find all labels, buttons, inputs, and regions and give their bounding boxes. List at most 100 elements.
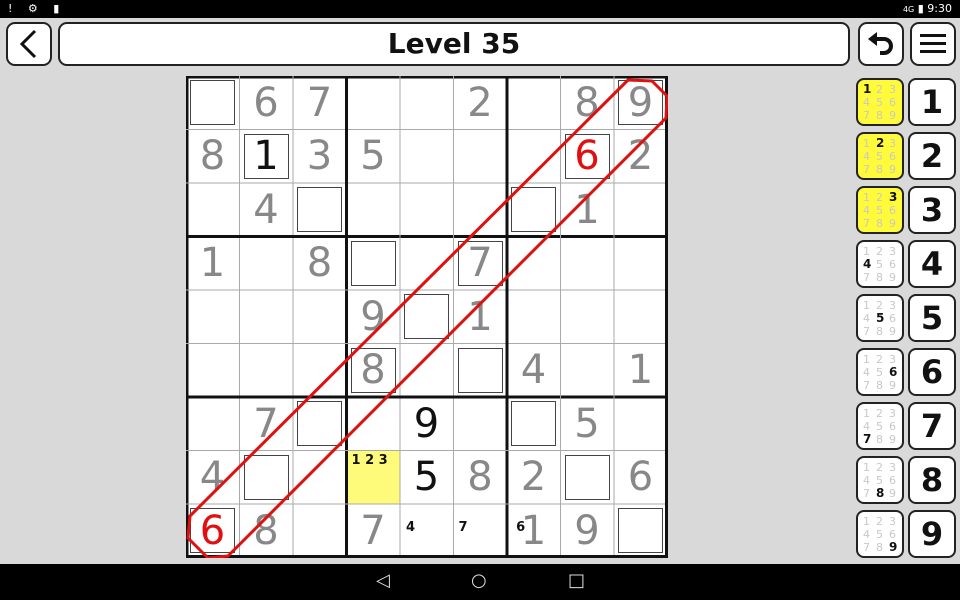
- board-grid: [186, 76, 668, 558]
- mini-digit: 8: [876, 325, 883, 338]
- note-button-2[interactable]: 123 456 789: [856, 132, 904, 180]
- mini-digit: 9: [889, 109, 896, 122]
- sudoku-board: 67289813562411879184179541 2 3582668747 …: [186, 76, 668, 558]
- mini-digit: 7: [863, 379, 870, 392]
- menu-button[interactable]: [910, 22, 956, 66]
- note-button-6[interactable]: 123 456 789: [856, 348, 904, 396]
- mini-digit: 9: [889, 487, 896, 500]
- status-icons: ! ⚙ ▮: [8, 2, 66, 15]
- nav-back-button[interactable]: ◁: [376, 570, 390, 591]
- hamburger-menu-icon: [920, 34, 946, 53]
- nav-home-button[interactable]: ○: [471, 570, 487, 591]
- note-button-1[interactable]: 123 456 789: [856, 78, 904, 126]
- network-indicator: 4G: [902, 5, 915, 14]
- mini-digit: 6: [889, 150, 896, 163]
- mini-digit: 8: [876, 271, 883, 284]
- mini-digit: 3: [889, 515, 896, 528]
- status-bar: ! ⚙ ▮ 4G ▮ 9:30: [0, 0, 960, 18]
- mini-digit: 9: [889, 379, 896, 392]
- mini-digit: 1: [863, 299, 870, 312]
- mini-digit: 2: [876, 299, 883, 312]
- note-button-9[interactable]: 123 456 789: [856, 510, 904, 558]
- mini-digit: 5: [876, 204, 883, 217]
- diagonal-constraint-outline: [186, 78, 668, 558]
- number-button-9[interactable]: 9: [908, 510, 956, 558]
- number-button-5[interactable]: 5: [908, 294, 956, 342]
- number-button-4[interactable]: 4: [908, 240, 956, 288]
- note-button-8[interactable]: 123 456 789: [856, 456, 904, 504]
- clock: 9:30: [927, 2, 952, 15]
- number-button-7[interactable]: 7: [908, 402, 956, 450]
- mini-digit: 7: [863, 163, 870, 176]
- mini-digit: 3: [889, 137, 896, 150]
- back-arrow-icon: [19, 29, 37, 59]
- mini-digit: 2: [876, 136, 885, 150]
- number-button-2[interactable]: 2: [908, 132, 956, 180]
- mini-digit: 8: [876, 486, 885, 500]
- mini-digit: 6: [889, 365, 898, 379]
- mini-digit: 6: [889, 528, 896, 541]
- mini-digit: 1: [863, 137, 870, 150]
- mini-digit: 3: [889, 299, 896, 312]
- mini-digit: 6: [889, 258, 896, 271]
- mini-digit: 8: [876, 163, 883, 176]
- mini-digit: 8: [876, 109, 883, 122]
- mini-digit: 7: [863, 271, 870, 284]
- mini-digit: 1: [863, 515, 870, 528]
- mini-digit: 4: [863, 204, 870, 217]
- number-button-3[interactable]: 3: [908, 186, 956, 234]
- status-right: 4G ▮ 9:30: [903, 2, 952, 15]
- mini-digit: 3: [889, 190, 898, 204]
- mini-digit: 7: [863, 487, 870, 500]
- mini-digit: 9: [889, 163, 896, 176]
- mini-digit: 2: [876, 515, 883, 528]
- back-button[interactable]: [6, 22, 52, 66]
- mini-digit: 4: [863, 366, 870, 379]
- mini-digit: 9: [889, 433, 896, 446]
- note-button-7[interactable]: 123 456 789: [856, 402, 904, 450]
- level-title: Level 35: [58, 22, 850, 66]
- mini-digit: 5: [876, 366, 883, 379]
- number-button-8[interactable]: 8: [908, 456, 956, 504]
- mini-digit: 8: [876, 379, 883, 392]
- mini-digit: 9: [889, 540, 898, 554]
- mini-digit: 9: [889, 325, 896, 338]
- mini-digit: 2: [876, 353, 883, 366]
- undo-icon: [868, 32, 893, 55]
- system-nav-bar: ◁ ○ □: [0, 564, 960, 600]
- mini-digit: 6: [889, 312, 896, 325]
- mini-digit: 4: [863, 312, 870, 325]
- mini-digit: 1: [863, 82, 872, 96]
- mini-digit: 4: [863, 150, 870, 163]
- mini-digit: 2: [876, 245, 883, 258]
- mini-digit: 1: [863, 407, 870, 420]
- mini-digit: 7: [863, 325, 870, 338]
- mini-digit: 6: [889, 204, 896, 217]
- note-button-3[interactable]: 123 456 789: [856, 186, 904, 234]
- mini-digit: 4: [863, 96, 870, 109]
- mini-digit: 4: [863, 420, 870, 433]
- mini-digit: 2: [876, 461, 883, 474]
- note-button-5[interactable]: 123 456 789: [856, 294, 904, 342]
- note-button-4[interactable]: 123 456 789: [856, 240, 904, 288]
- mini-digit: 5: [876, 528, 883, 541]
- mini-digit: 3: [889, 353, 896, 366]
- mini-digit: 4: [863, 528, 870, 541]
- mini-digit: 6: [889, 474, 896, 487]
- nav-recent-button[interactable]: □: [568, 570, 585, 591]
- mini-digit: 5: [876, 96, 883, 109]
- mini-digit: 5: [876, 420, 883, 433]
- mini-digit: 8: [876, 433, 883, 446]
- mini-digit: 8: [876, 541, 883, 554]
- mini-digit: 4: [863, 474, 870, 487]
- mini-digit: 7: [863, 432, 872, 446]
- undo-button[interactable]: [858, 22, 904, 66]
- mini-digit: 1: [863, 353, 870, 366]
- mini-digit: 5: [876, 311, 885, 325]
- mini-digit: 3: [889, 83, 896, 96]
- mini-digit: 6: [889, 420, 896, 433]
- number-button-1[interactable]: 1: [908, 78, 956, 126]
- mini-digit: 9: [889, 271, 896, 284]
- number-button-6[interactable]: 6: [908, 348, 956, 396]
- mini-digit: 5: [876, 474, 883, 487]
